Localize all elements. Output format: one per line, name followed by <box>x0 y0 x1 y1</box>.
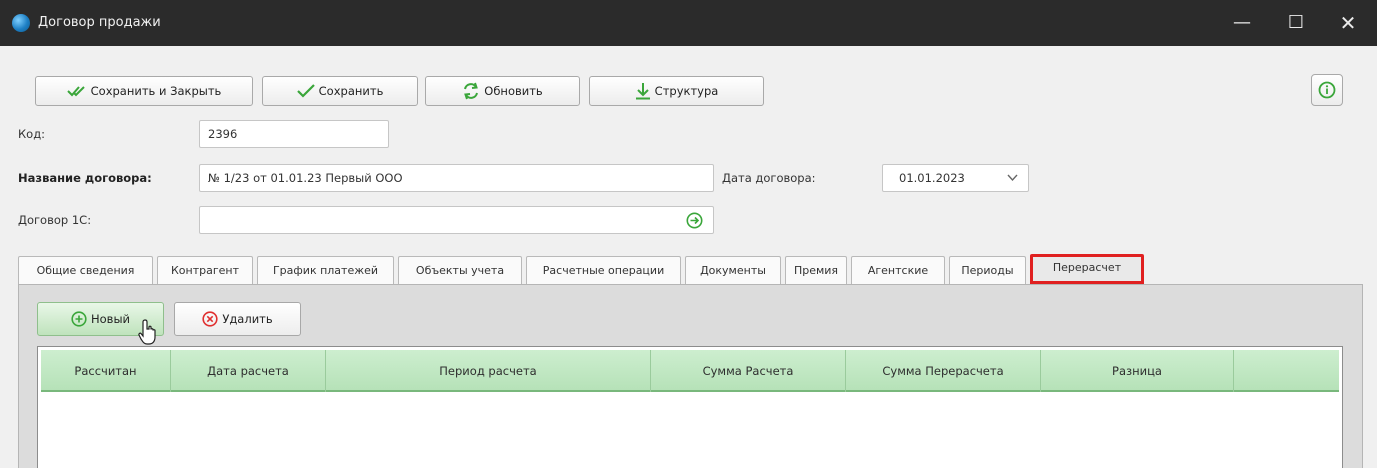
info-icon <box>1318 81 1336 99</box>
column-header-recalculation-amount[interactable]: Сумма Перерасчета <box>846 350 1041 392</box>
maximize-button[interactable]: ☐ <box>1270 0 1322 46</box>
minimize-button[interactable]: — <box>1216 0 1268 46</box>
tab-agency[interactable]: Агентские <box>851 256 945 284</box>
column-header-calculation-period[interactable]: Период расчета <box>326 350 651 392</box>
recalculation-table[interactable]: Рассчитан Дата расчета Период расчета Су… <box>37 346 1343 468</box>
contract-name-field[interactable]: № 1/23 от 01.01.23 Первый ООО <box>199 164 714 192</box>
tab-general[interactable]: Общие сведения <box>18 256 153 284</box>
save-label: Сохранить <box>318 84 384 98</box>
refresh-icon <box>464 82 479 100</box>
delete-button[interactable]: Удалить <box>174 302 301 336</box>
column-header-difference[interactable]: Разница <box>1041 350 1234 392</box>
tab-settlement-operations[interactable]: Расчетные операции <box>526 256 681 284</box>
refresh-label: Обновить <box>484 84 543 98</box>
arrow-right-circle-icon[interactable] <box>686 212 703 233</box>
contract-1c-field[interactable] <box>199 206 714 234</box>
tab-documents[interactable]: Документы <box>685 256 781 284</box>
contract-name-label: Название договора: <box>18 171 152 185</box>
contract-date-picker[interactable]: 01.01.2023 <box>882 164 1029 192</box>
close-button[interactable]: ✕ <box>1322 0 1374 46</box>
contract-date-label: Дата договора: <box>722 171 816 185</box>
tab-payment-schedule[interactable]: График платежей <box>257 256 394 284</box>
column-header-calculated[interactable]: Рассчитан <box>41 350 171 392</box>
column-header-calculation-amount[interactable]: Сумма Расчета <box>651 350 846 392</box>
table-header: Рассчитан Дата расчета Период расчета Су… <box>41 350 1339 392</box>
double-check-icon <box>66 86 85 97</box>
column-header-calculation-date[interactable]: Дата расчета <box>171 350 326 392</box>
window-titlebar: Договор продажи — ☐ ✕ <box>0 0 1377 46</box>
chevron-down-icon[interactable] <box>1007 165 1018 191</box>
download-arrow-icon <box>635 83 650 100</box>
contract-date-value: 01.01.2023 <box>899 171 965 185</box>
tab-bonus[interactable]: Премия <box>785 256 847 284</box>
x-circle-icon <box>202 311 218 327</box>
save-button[interactable]: Сохранить <box>262 76 418 106</box>
window-title: Договор продажи <box>38 15 161 30</box>
check-icon <box>296 84 315 98</box>
column-header-extra <box>1234 350 1339 392</box>
code-field[interactable]: 2396 <box>199 120 389 148</box>
new-label: Новый <box>90 312 130 326</box>
structure-label: Структура <box>654 84 719 98</box>
tab-periods[interactable]: Периоды <box>949 256 1026 284</box>
app-globe-icon <box>12 14 30 32</box>
code-label: Код: <box>18 127 46 141</box>
plus-circle-icon <box>71 311 87 327</box>
tab-accounting-objects[interactable]: Объекты учета <box>398 256 522 284</box>
tab-counterparty[interactable]: Контрагент <box>157 256 253 284</box>
delete-label: Удалить <box>222 312 273 326</box>
contract-1c-label: Договор 1С: <box>18 213 92 227</box>
save-and-close-button[interactable]: Сохранить и Закрыть <box>35 76 253 106</box>
refresh-button[interactable]: Обновить <box>425 76 580 106</box>
mouse-cursor-icon <box>138 319 156 345</box>
structure-button[interactable]: Структура <box>589 76 764 106</box>
info-button[interactable] <box>1311 74 1343 106</box>
save-and-close-label: Сохранить и Закрыть <box>90 84 222 98</box>
tab-recalculation[interactable]: Перерасчет <box>1030 254 1144 284</box>
